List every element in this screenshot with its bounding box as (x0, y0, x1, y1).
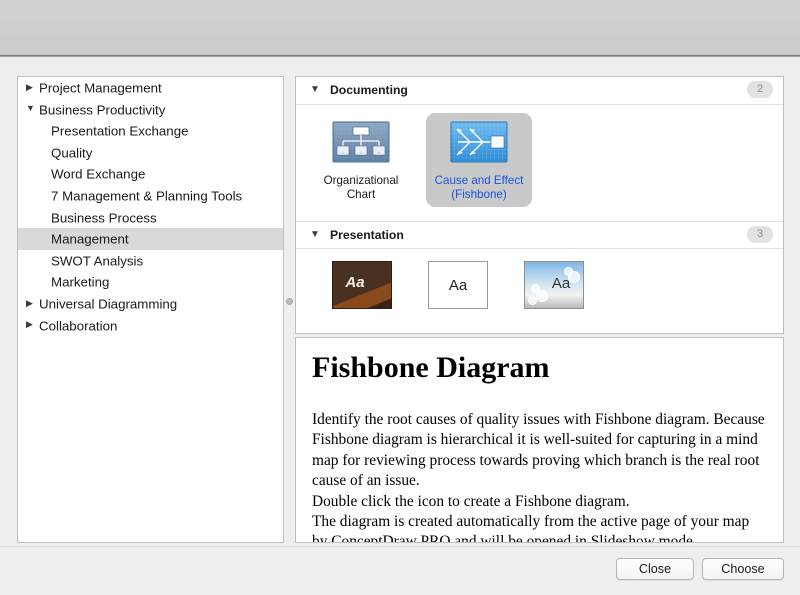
fishbone-icon (448, 119, 510, 167)
sidebar-item-universal-diagramming[interactable]: ▶ Universal Diagramming (18, 293, 283, 315)
category-tree[interactable]: ▶ Project Management ▼ Business Productivi… (17, 76, 284, 543)
sidebar-item-label: Project Management (39, 80, 162, 96)
brown-theme-thumbnail: Aa (332, 261, 392, 309)
template-chooser-window: ▶ Project Management ▼ Business Productivi… (0, 0, 800, 595)
chevron-right-icon[interactable]: ▶ (26, 77, 39, 98)
sidebar-item-7-management-planning-tools[interactable]: 7 Management & Planning Tools (18, 185, 283, 207)
vertical-splitter[interactable] (284, 76, 295, 543)
section-count-badge: 2 (747, 81, 773, 98)
section-header-documenting[interactable]: ▼ Documenting 2 (296, 77, 783, 105)
theme-item-white[interactable]: Aa (428, 261, 488, 309)
sidebar-item-business-productivity[interactable]: ▼ Business Productivity (18, 99, 283, 121)
templates-pane[interactable]: ▼ Documenting 2 Organizational Chart Cau… (295, 76, 784, 334)
chevron-right-icon[interactable]: ▶ (26, 314, 39, 336)
section-title: Documenting (330, 83, 408, 97)
template-item-label-line1: Cause and Effect (434, 174, 524, 187)
close-button[interactable]: Close (616, 558, 694, 580)
sidebar-item-label: Management (51, 231, 129, 247)
sidebar-item-collaboration[interactable]: ▶ Collaboration (18, 315, 283, 337)
splitter-handle-icon[interactable] (286, 298, 293, 305)
sidebar-item-quality[interactable]: Quality (18, 142, 283, 164)
section-title: Presentation (330, 228, 404, 242)
description-body: Identify the root causes of quality issu… (312, 410, 767, 543)
section-count-badge: 3 (747, 226, 773, 243)
description-title: Fishbone Diagram (312, 351, 550, 384)
blue-bubbles-theme-thumbnail: Aa (524, 261, 584, 309)
theme-sample-text: Aa (551, 274, 571, 292)
sidebar-item-label: 7 Management & Planning Tools (51, 188, 243, 204)
sidebar-item-label: Business Productivity (39, 102, 166, 118)
description-pane[interactable]: Fishbone Diagram Identify the root cause… (295, 337, 784, 543)
sidebar-item-management[interactable]: Management (18, 228, 283, 250)
theme-sample-text: Aa (448, 276, 468, 294)
sidebar-item-label: Quality (51, 145, 93, 161)
description-paragraph: The diagram is created automatically fro… (312, 513, 750, 543)
choose-button[interactable]: Choose (702, 558, 784, 580)
sidebar-item-label: Universal Diagramming (39, 296, 178, 312)
section-header-presentation[interactable]: ▼ Presentation 3 (296, 221, 783, 249)
chevron-right-icon[interactable]: ▶ (26, 293, 39, 315)
template-item-label-line2: (Fishbone) (451, 187, 507, 201)
sidebar-item-presentation-exchange[interactable]: Presentation Exchange (18, 120, 283, 142)
theme-item-brown[interactable]: Aa (332, 261, 392, 309)
section-body-documenting: Organizational Chart Cause and Effect (F… (296, 105, 783, 213)
sidebar-item-label: SWOT Analysis (51, 253, 144, 269)
white-theme-thumbnail: Aa (428, 261, 488, 309)
template-item-label: Cause and Effect (Fishbone) (435, 174, 524, 201)
sidebar-item-label: Marketing (51, 275, 110, 291)
sidebar-item-project-management[interactable]: ▶ Project Management (18, 77, 283, 99)
dialog-footer: Close Choose (0, 546, 800, 595)
sidebar-item-word-exchange[interactable]: Word Exchange (18, 163, 283, 185)
dialog-content: ▶ Project Management ▼ Business Productivi… (0, 58, 800, 546)
window-titlebar (0, 0, 800, 57)
sidebar-item-swot-analysis[interactable]: SWOT Analysis (18, 250, 283, 272)
titlebar-separator (0, 55, 800, 56)
section-presentation: ▼ Presentation 3 Aa Aa Aa (296, 221, 783, 323)
sidebar-item-label: Business Process (51, 210, 157, 226)
template-item-cause-and-effect-fishbone[interactable]: Cause and Effect (Fishbone) (426, 113, 532, 207)
sidebar-item-business-process[interactable]: Business Process (18, 207, 283, 229)
theme-item-blue-bubbles[interactable]: Aa (524, 261, 584, 309)
section-body-presentation: Aa Aa Aa (296, 249, 783, 323)
template-item-organizational-chart[interactable]: Organizational Chart (308, 113, 414, 201)
sidebar-item-label: Presentation Exchange (51, 123, 189, 139)
org-chart-icon (330, 119, 392, 167)
sidebar-item-label: Collaboration (39, 318, 118, 334)
theme-sample-text: Aa (345, 273, 365, 291)
description-paragraph: Identify the root causes of quality issu… (312, 411, 765, 490)
chevron-down-icon[interactable]: ▼ (310, 230, 320, 240)
chevron-down-icon[interactable]: ▼ (310, 85, 320, 95)
section-documenting: ▼ Documenting 2 Organizational Chart Cau… (296, 77, 783, 213)
bubble-decoration (528, 296, 537, 305)
description-paragraph: Double click the icon to create a Fishbo… (312, 492, 630, 510)
sidebar-item-marketing[interactable]: Marketing (18, 271, 283, 293)
chevron-down-icon[interactable]: ▼ (26, 98, 39, 120)
sidebar-item-label: Word Exchange (51, 167, 146, 183)
template-item-label: Organizational Chart (323, 174, 399, 201)
bubble-decoration (536, 290, 548, 302)
